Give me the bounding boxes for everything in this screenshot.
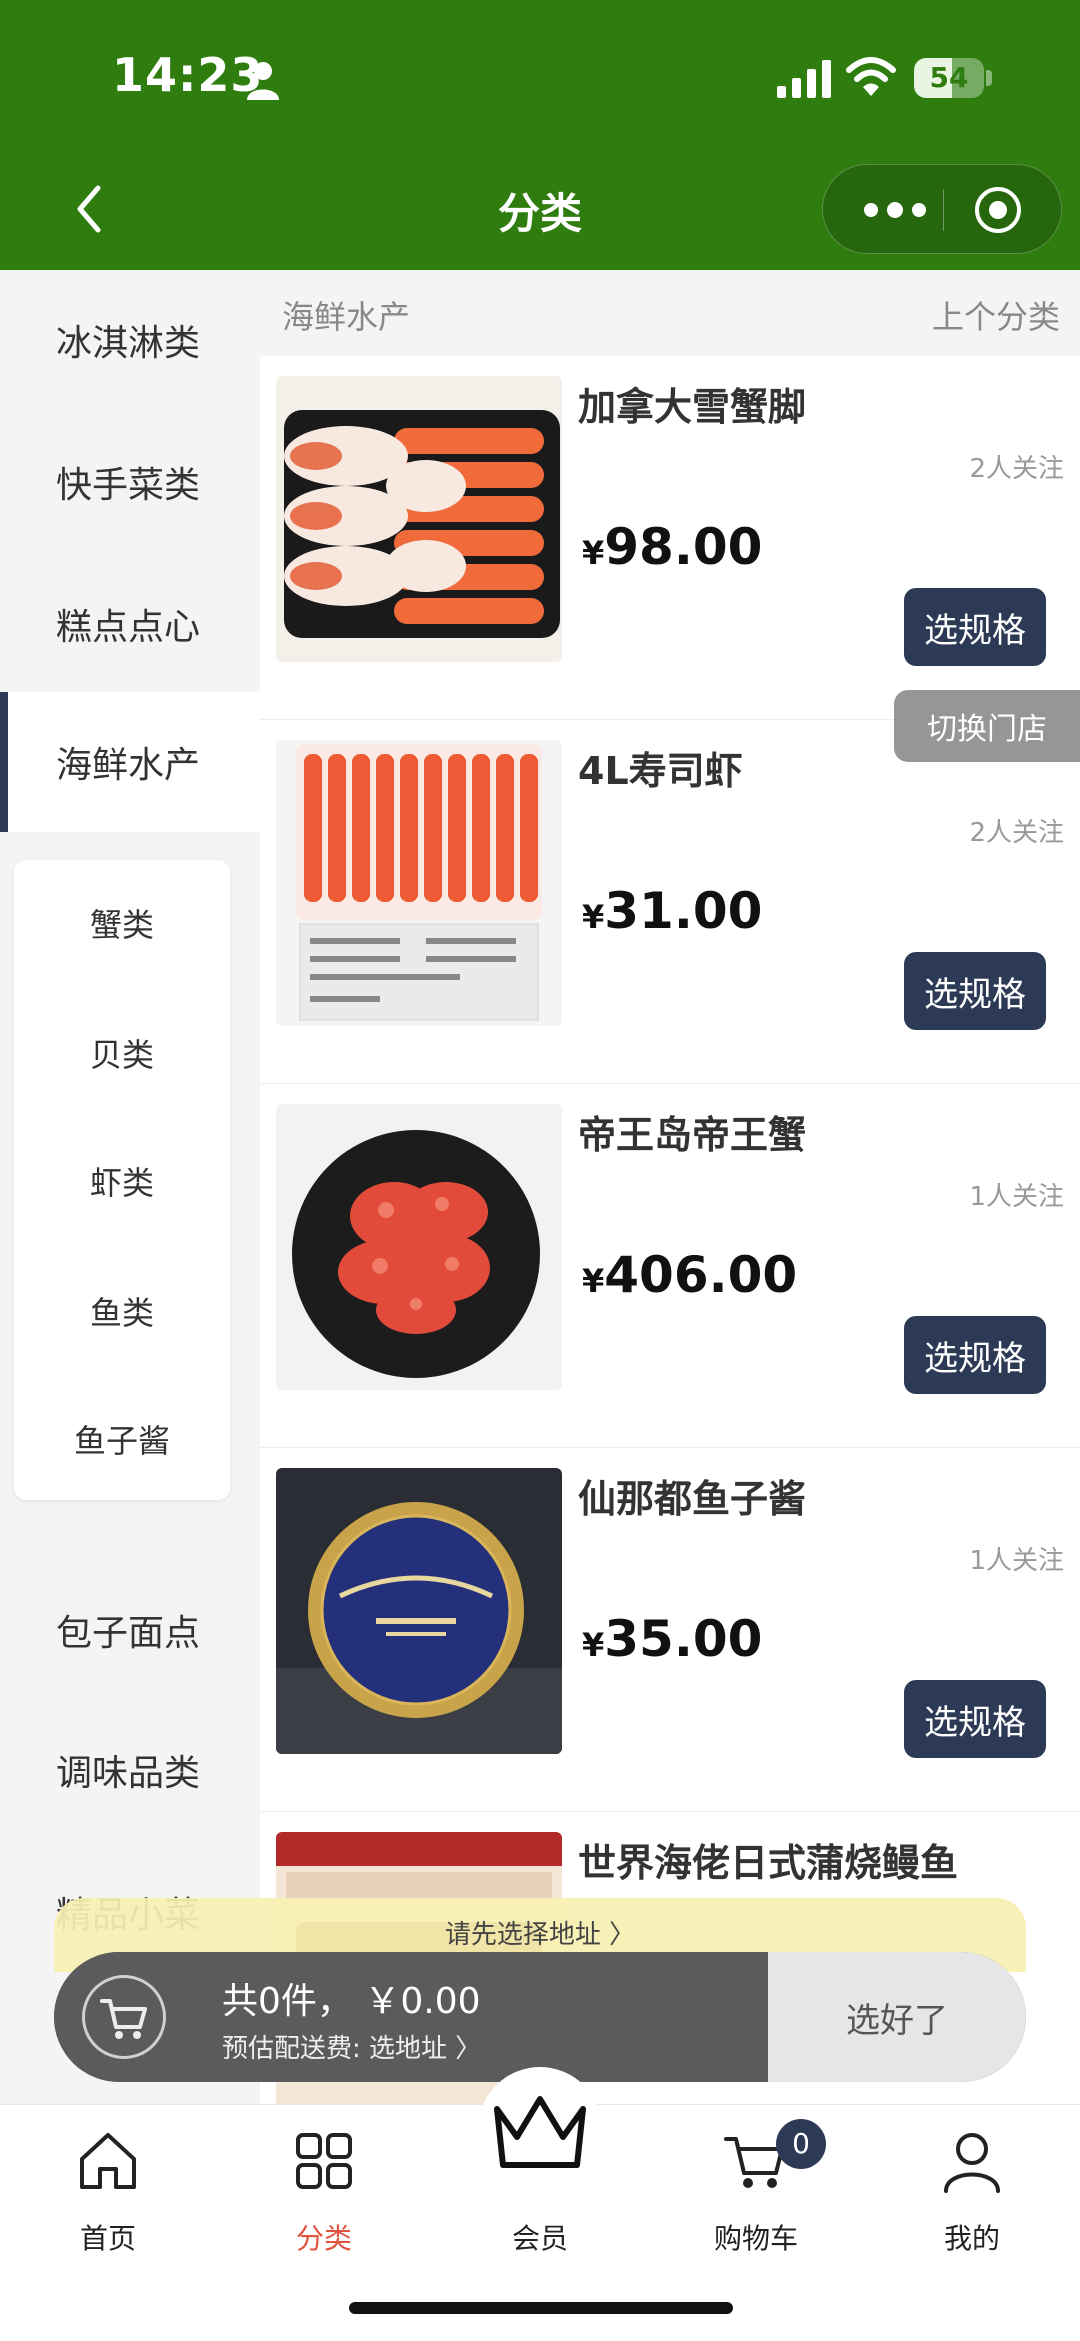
product-name[interactable]: 帝王岛帝王蟹	[578, 1104, 806, 1159]
status-bar: 14:23 54	[0, 0, 1080, 160]
tab-label: 分类	[295, 2222, 352, 2255]
tab-home[interactable]: 首页	[0, 2105, 216, 2285]
select-spec-button[interactable]: 选规格	[904, 588, 1046, 666]
switch-store-button[interactable]: 切换门店	[894, 690, 1080, 762]
more-dots-icon[interactable]	[857, 187, 933, 233]
currency-symbol: ¥	[582, 898, 605, 936]
product-followers: 1人关注	[969, 1182, 1064, 1212]
subcategory-item[interactable]: 鱼子酱	[14, 1376, 230, 1506]
home-indicator	[349, 2302, 733, 2314]
product-followers: 2人关注	[969, 818, 1064, 848]
user-icon	[944, 2133, 1000, 2193]
product-name[interactable]: 仙那都鱼子酱	[578, 1468, 806, 1523]
product-card[interactable]: 帝王岛帝王蟹 1人关注 ¥406.00 选规格	[260, 1084, 1080, 1448]
product-image-king-crab[interactable]	[276, 1104, 562, 1390]
tab-cart[interactable]: 0 购物车	[648, 2105, 864, 2285]
product-price: ¥98.00	[582, 518, 762, 576]
checkout-button[interactable]: 选好了	[768, 1952, 1026, 2082]
tab-label: 会员	[511, 2222, 568, 2255]
close-target-icon[interactable]	[973, 185, 1023, 235]
prev-category-link[interactable]: 上个分类	[932, 292, 1060, 338]
price-value: 406.00	[604, 1246, 798, 1304]
address-prompt-text: 请先选择地址 〉	[444, 1920, 636, 1950]
product-price: ¥406.00	[582, 1246, 797, 1304]
tab-label: 首页	[79, 2222, 136, 2255]
price-value: 31.00	[604, 882, 763, 940]
product-card[interactable]: 4L寿司虾 2人关注 ¥31.00 选规格	[260, 720, 1080, 1084]
cart-bar: 共0件， ￥0.00 预估配送费: 选地址 〉 选好了	[54, 1952, 1026, 2082]
product-image-caviar-tin[interactable]	[276, 1468, 562, 1754]
capsule-divider	[943, 189, 944, 231]
cart-summary[interactable]: 共0件， ￥0.00 预估配送费: 选地址 〉	[54, 1952, 768, 2082]
crown-icon	[494, 2096, 586, 2168]
price-value: 98.00	[604, 518, 763, 576]
tab-profile[interactable]: 我的	[864, 2105, 1080, 2285]
product-name[interactable]: 加拿大雪蟹脚	[578, 376, 806, 431]
currency-symbol: ¥	[582, 1626, 605, 1664]
person-icon	[247, 62, 279, 100]
breadcrumb-bar: 海鲜水产 上个分类	[260, 270, 1080, 356]
home-icon	[80, 2133, 136, 2189]
battery-percent: 54	[929, 61, 969, 94]
product-name[interactable]: 4L寿司虾	[578, 740, 743, 795]
cellular-signal-icon	[777, 60, 831, 98]
currency-symbol: ¥	[582, 1262, 605, 1300]
status-time: 14:23	[112, 48, 264, 102]
cart-icon	[100, 1999, 147, 2039]
product-card[interactable]: 仙那都鱼子酱 1人关注 ¥35.00 选规格	[260, 1448, 1080, 1812]
price-value: 35.00	[604, 1610, 763, 1668]
cart-count-badge: 0	[776, 2119, 826, 2169]
product-followers: 2人关注	[969, 454, 1064, 484]
tab-label: 我的	[943, 2222, 1000, 2255]
breadcrumb: 海鲜水产	[282, 298, 411, 336]
product-card[interactable]: 加拿大雪蟹脚 2人关注 ¥98.00 选规格	[260, 356, 1080, 720]
product-list-area: 海鲜水产 上个分类 加拿大雪蟹脚 2人关注 ¥98.00 选规格 4L寿司虾 2…	[260, 270, 1080, 2105]
category-item[interactable]: 糕点点心	[0, 554, 260, 694]
miniprogram-capsule	[822, 164, 1062, 254]
grid-icon	[296, 2133, 352, 2189]
category-item-active[interactable]: 海鲜水产	[0, 692, 260, 832]
subcategory-item[interactable]: 虾类	[14, 1118, 230, 1248]
currency-symbol: ¥	[582, 534, 605, 572]
wifi-icon	[846, 57, 896, 96]
cart-total: 共0件， ￥0.00	[222, 1981, 481, 2022]
delivery-fee[interactable]: 预估配送费: 选地址 〉	[222, 2028, 481, 2065]
category-item[interactable]: 快手菜类	[0, 412, 260, 552]
select-spec-button[interactable]: 选规格	[904, 952, 1046, 1030]
product-followers: 1人关注	[969, 1546, 1064, 1576]
battery-tip	[986, 70, 992, 86]
product-image-sushi-shrimp[interactable]	[276, 740, 562, 1026]
tab-member[interactable]: 会员	[432, 2096, 648, 2285]
header-bar: 14:23 54 分类	[0, 0, 1080, 270]
tab-category[interactable]: 分类	[216, 2105, 432, 2285]
select-spec-button[interactable]: 选规格	[904, 1680, 1046, 1758]
category-item[interactable]: 调味品类	[0, 1700, 260, 1840]
battery-indicator: 54	[914, 58, 984, 98]
subcategory-panel: 蟹类 贝类 虾类 鱼类 鱼子酱	[14, 860, 230, 1500]
tab-label: 购物车	[713, 2222, 798, 2255]
subcategory-item[interactable]: 贝类	[14, 990, 230, 1120]
product-image-snow-crab[interactable]	[276, 376, 562, 662]
product-price: ¥31.00	[582, 882, 762, 940]
category-item[interactable]: 冰淇淋类	[0, 270, 260, 410]
product-price: ¥35.00	[582, 1610, 762, 1668]
subcategory-item[interactable]: 鱼类	[14, 1248, 230, 1378]
category-item[interactable]: 包子面点	[0, 1560, 260, 1700]
subcategory-item[interactable]: 蟹类	[14, 860, 230, 990]
category-sidebar: 冰淇淋类 快手菜类 糕点点心 海鲜水产 蟹类 贝类 虾类 鱼类 鱼子酱 包子面点…	[0, 270, 260, 2105]
select-spec-button[interactable]: 选规格	[904, 1316, 1046, 1394]
cart-button[interactable]	[82, 1975, 166, 2059]
product-name[interactable]: 世界海佬日式蒲烧鳗鱼	[578, 1832, 958, 1887]
